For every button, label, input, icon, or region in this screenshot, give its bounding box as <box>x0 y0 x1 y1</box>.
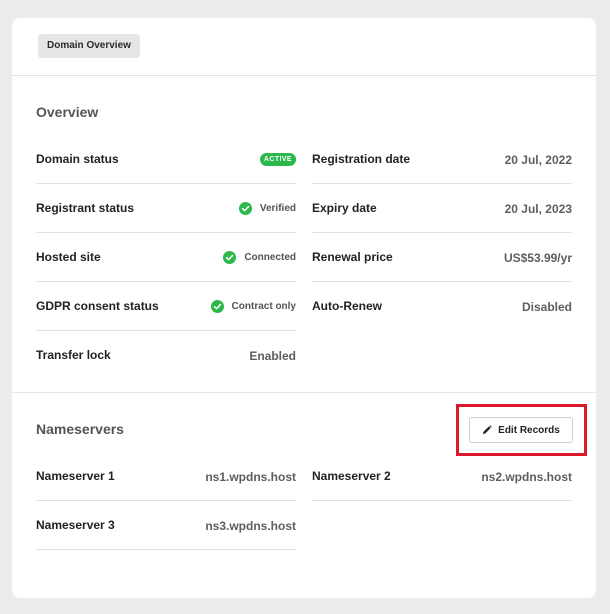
registration-date-value: 20 Jul, 2022 <box>504 152 572 167</box>
domain-status-value: ACTIVE <box>259 135 296 184</box>
gdpr-consent-text: Contract only <box>231 301 296 312</box>
registrant-status-value: Verified <box>238 184 296 233</box>
row-registrant-status: Registrant status Verified <box>36 184 296 233</box>
row-expiry-date: Expiry date 20 Jul, 2023 <box>312 184 572 233</box>
auto-renew-value: Disabled <box>521 299 572 314</box>
expiry-date-label: Expiry date <box>312 201 377 215</box>
section-divider <box>12 392 596 393</box>
overview-title: Overview <box>36 104 99 120</box>
registrant-status-label: Registrant status <box>36 201 135 215</box>
check-circle-icon <box>210 300 224 313</box>
expiry-date-value: 20 Jul, 2023 <box>504 201 572 216</box>
hosted-site-text: Connected <box>244 252 296 263</box>
row-nameserver-2: Nameserver 2 ns2.wpdns.host <box>312 452 572 501</box>
auto-renew-label: Auto-Renew <box>312 299 382 313</box>
transfer-lock-value: Enabled <box>249 348 296 363</box>
nameserver-1-label: Nameserver 1 <box>36 469 115 483</box>
domain-status-label: Domain status <box>36 152 119 166</box>
nameserver-1-value: ns1.wpdns.host <box>205 469 296 484</box>
pencil-icon <box>483 425 492 434</box>
transfer-lock-label: Transfer lock <box>36 348 111 362</box>
nameserver-3-label: Nameserver 3 <box>36 518 115 532</box>
card-header: Domain Overview <box>12 18 596 76</box>
row-nameserver-1: Nameserver 1 ns1.wpdns.host <box>36 452 296 501</box>
renewal-price-value: US$53.99/yr <box>503 250 572 265</box>
active-status-badge: ACTIVE <box>259 153 296 166</box>
nameserver-2-label: Nameserver 2 <box>312 469 391 483</box>
registrant-status-text: Verified <box>259 203 296 214</box>
row-transfer-lock: Transfer lock Enabled <box>36 331 296 380</box>
row-renewal-price: Renewal price US$53.99/yr <box>312 233 572 282</box>
hosted-site-label: Hosted site <box>36 250 101 264</box>
domain-overview-card: Domain Overview Overview Domain status A… <box>12 18 596 598</box>
row-registration-date: Registration date 20 Jul, 2022 <box>312 135 572 184</box>
nameservers-title: Nameservers <box>36 421 124 437</box>
check-circle-icon <box>238 202 252 215</box>
registration-date-label: Registration date <box>312 152 411 166</box>
gdpr-consent-label: GDPR consent status <box>36 299 159 313</box>
nameserver-2-value: ns2.wpdns.host <box>481 469 572 484</box>
row-gdpr-consent: GDPR consent status Contract only <box>36 282 296 331</box>
hosted-site-value: Connected <box>223 233 296 282</box>
check-circle-icon <box>223 251 237 264</box>
edit-records-label: Edit Records <box>498 424 560 436</box>
row-auto-renew: Auto-Renew Disabled <box>312 282 572 331</box>
edit-records-button[interactable]: Edit Records <box>469 417 573 443</box>
row-domain-status: Domain status ACTIVE <box>36 135 296 184</box>
renewal-price-label: Renewal price <box>312 250 393 264</box>
row-nameserver-3: Nameserver 3 ns3.wpdns.host <box>36 501 296 550</box>
gdpr-consent-value: Contract only <box>210 282 296 331</box>
row-hosted-site: Hosted site Connected <box>36 233 296 282</box>
nameserver-3-value: ns3.wpdns.host <box>205 518 296 533</box>
tab-domain-overview[interactable]: Domain Overview <box>38 34 140 58</box>
